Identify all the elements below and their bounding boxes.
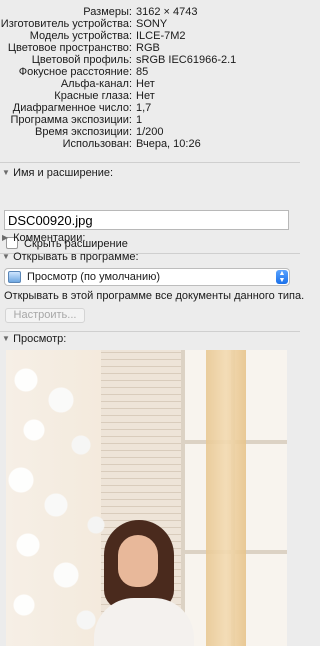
info-row-f-number: Диафрагменное число: 1,7	[0, 102, 300, 114]
section-title: Просмотр:	[13, 333, 67, 345]
person-face	[118, 535, 158, 587]
info-value: Нет	[136, 78, 155, 90]
image-preview	[6, 350, 287, 646]
info-row-color-profile: Цветовой профиль: sRGB IEC61966-2.1	[0, 54, 300, 66]
info-key: Цветовое пространство:	[7, 42, 132, 54]
info-key: Размеры:	[83, 6, 132, 18]
info-row-exposure-time: Время экспозиции: 1/200	[0, 126, 300, 138]
info-row-alpha-channel: Альфа-канал: Нет	[0, 78, 300, 90]
open-with-header[interactable]: ▼ Открывать в программе:	[0, 249, 300, 265]
info-key: Красные глаза:	[54, 90, 132, 102]
info-key: Изготовитель устройства:	[0, 18, 132, 30]
info-key: Модель устройства:	[29, 30, 132, 42]
section-title: Имя и расширение:	[13, 167, 114, 179]
open-with-section: ▼ Открывать в программе:	[0, 249, 300, 265]
popup-arrows-icon: ▲ ▼	[276, 270, 288, 284]
disclosure-triangle-open-icon: ▼	[2, 168, 10, 177]
info-key: Фокусное расстояние:	[18, 66, 132, 78]
info-value: 1/200	[136, 126, 164, 138]
preview-app-icon	[8, 271, 21, 283]
name-extension-section: ▼ Имя и расширение:	[0, 165, 300, 181]
name-extension-header[interactable]: ▼ Имя и расширение:	[0, 165, 300, 181]
info-key: Использован:	[62, 138, 132, 150]
change-all-button[interactable]: Настроить...	[5, 308, 85, 323]
application-popup[interactable]: Просмотр (по умолчанию) ▲ ▼	[4, 268, 290, 286]
info-row-last-opened: Использован: Вчера, 10:26	[0, 138, 300, 150]
info-key: Альфа-канал:	[60, 78, 132, 90]
info-value: SONY	[136, 18, 168, 30]
info-value: Нет	[136, 90, 155, 102]
info-row-model: Модель устройства: ILCE-7M2	[0, 30, 300, 42]
info-value: 85	[136, 66, 149, 78]
info-key: Диафрагменное число:	[12, 102, 132, 114]
section-title: Открывать в программе:	[13, 251, 139, 263]
info-row-red-eye: Красные глаза: Нет	[0, 90, 300, 102]
info-value: RGB	[136, 42, 160, 54]
info-list: Размеры: 3162 × 4743 Изготовитель устрой…	[0, 6, 300, 150]
info-key: Время экспозиции:	[35, 126, 132, 138]
info-value: Вчера, 10:26	[136, 138, 201, 150]
info-value: 3162 × 4743	[136, 6, 198, 18]
info-key: Цветовой профиль:	[31, 54, 132, 66]
disclosure-triangle-closed-icon: ▶	[2, 233, 9, 242]
preview-section: ▼ Просмотр:	[0, 331, 300, 347]
section-title: Комментарии:	[13, 232, 86, 244]
change-all-description: Открывать в этой программе все документы…	[4, 290, 305, 302]
info-row-manufacturer: Изготовитель устройства: SONY	[0, 18, 300, 30]
filename-field[interactable]	[4, 210, 289, 230]
info-row-color-space: Цветовое пространство: RGB	[0, 42, 300, 54]
comments-section-wrap: ▶ Комментарии:	[0, 230, 300, 246]
info-value: sRGB IEC61966-2.1	[136, 54, 237, 66]
preview-header[interactable]: ▼ Просмотр:	[0, 331, 300, 347]
info-value: 1,7	[136, 102, 152, 114]
info-value: ILCE-7M2	[136, 30, 186, 42]
shell-chandelier	[6, 350, 116, 646]
application-name: Просмотр (по умолчанию)	[27, 271, 161, 283]
info-row-exposure-program: Программа экспозиции: 1	[0, 114, 300, 126]
disclosure-triangle-open-icon: ▼	[2, 334, 10, 343]
comments-header-row[interactable]: ▶ Комментарии:	[0, 230, 300, 246]
curtain	[206, 350, 246, 646]
disclosure-triangle-open-icon: ▼	[2, 252, 10, 261]
section-divider	[0, 162, 300, 163]
info-row-focal-length: Фокусное расстояние: 85	[0, 66, 300, 78]
info-row-dimensions: Размеры: 3162 × 4743	[0, 6, 300, 18]
info-key: Программа экспозиции:	[10, 114, 132, 126]
info-value: 1	[136, 114, 143, 126]
